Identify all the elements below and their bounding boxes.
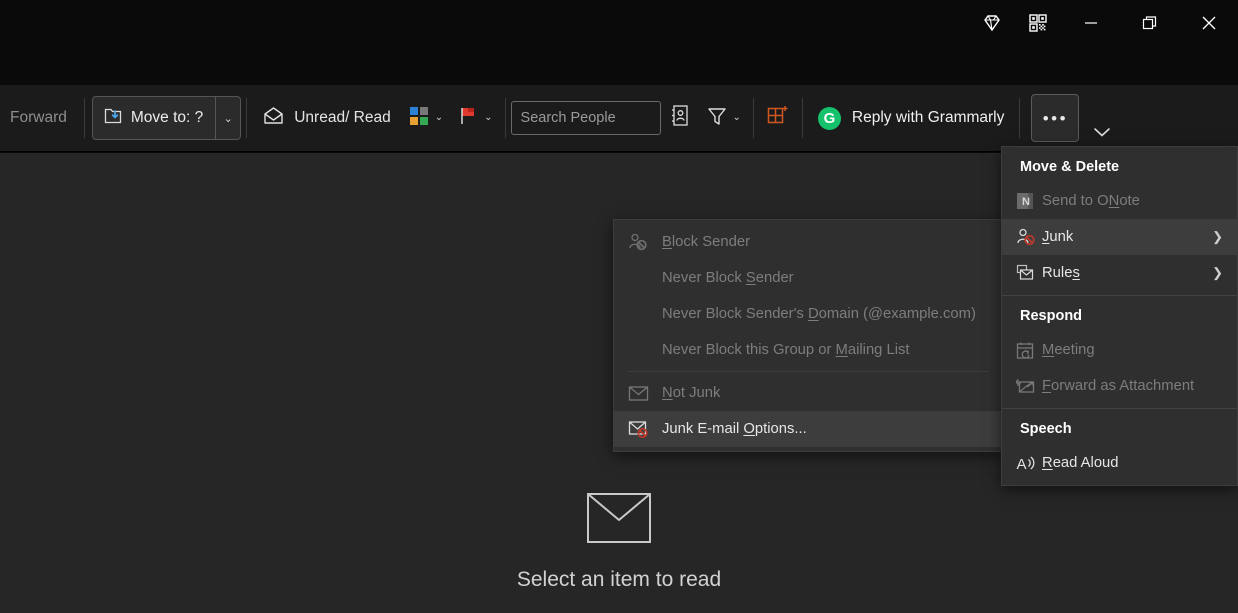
- move-to-label: Move to: ?: [130, 109, 204, 126]
- menu-item-label: Forward as Attachment: [1042, 378, 1195, 394]
- rules-icon: [1016, 264, 1042, 282]
- menu-item-forward-attachment: Forward as Attachment: [1002, 368, 1237, 404]
- menu-item-label: Never Block Sender: [662, 270, 794, 286]
- unread-read-label: Unread/ Read: [294, 109, 391, 126]
- categorize-dropdown-arrow[interactable]: ⌄: [435, 113, 443, 123]
- menu-item-label: Block Sender: [662, 234, 751, 250]
- follow-up-dropdown-arrow[interactable]: ⌄: [484, 113, 492, 123]
- outlook-window: Forward Move to: ? ⌄ Unread/ Read ⌄ ⌄ Se…: [0, 0, 1238, 613]
- menu-item-junk[interactable]: Junk ❯: [1002, 219, 1237, 255]
- collapse-ribbon-button[interactable]: [1085, 90, 1119, 146]
- junk-menu-item: Block Sender: [614, 224, 1002, 260]
- svg-text:N: N: [1022, 196, 1030, 208]
- junk-menu-item: Never Block Sender's Domain (@example.co…: [614, 296, 1002, 332]
- menu-item-meeting: Meeting: [1002, 332, 1237, 368]
- menu-section-header: Move & Delete: [1020, 159, 1120, 175]
- more-commands-button[interactable]: •••: [1031, 94, 1080, 142]
- forward-attachment-icon: [1016, 377, 1042, 396]
- follow-up-button[interactable]: ⌄: [450, 97, 499, 139]
- filter-email-button[interactable]: ⌄: [699, 97, 748, 139]
- toolbar-divider: [801, 98, 803, 138]
- onenote-icon: N: [1016, 192, 1042, 210]
- ribbon-toolbar: Forward Move to: ? ⌄ Unread/ Read ⌄ ⌄ Se…: [0, 85, 1238, 152]
- menu-item-label: Junk: [1042, 229, 1074, 245]
- not-junk-icon: [628, 385, 662, 402]
- block-sender-icon: [628, 232, 662, 252]
- chevron-right-icon: ❯: [1212, 229, 1223, 244]
- address-book-icon: [669, 104, 691, 132]
- move-to-button[interactable]: Move to: ?: [93, 97, 217, 139]
- forward-button[interactable]: Forward: [0, 109, 79, 127]
- junk-submenu: Block Sender Never Block Sender Never Bloc…: [613, 219, 1003, 452]
- junk-menu-item[interactable]: Junk E-mail Options...: [614, 411, 1002, 447]
- title-bar: [0, 0, 1238, 85]
- menu-item-onenote: N Send to ONote: [1002, 183, 1237, 219]
- menu-divider: [1002, 408, 1237, 409]
- categorize-icon: [408, 105, 430, 132]
- grammarly-logo-icon: G: [817, 106, 841, 130]
- menu-section-header: Speech: [1020, 421, 1072, 437]
- envelope-open-icon: [262, 104, 285, 132]
- menu-item-label: Meeting: [1042, 342, 1095, 358]
- overflow-menu: Move & Delete N Send to ONote Junk ❯ Rules ❯ Re…: [1001, 146, 1238, 486]
- qr-code-icon[interactable]: [1015, 0, 1061, 45]
- junk-menu-item: Not Junk: [614, 375, 1002, 411]
- categorize-button[interactable]: ⌄: [401, 97, 450, 139]
- menu-item-rules[interactable]: Rules ❯: [1002, 255, 1237, 291]
- diamond-icon[interactable]: [969, 0, 1015, 45]
- new-group-button[interactable]: [759, 97, 797, 139]
- move-to-icon: [103, 106, 123, 131]
- filter-dropdown-arrow[interactable]: ⌄: [733, 113, 741, 123]
- window-controls: [969, 0, 1238, 45]
- chevron-right-icon: ❯: [1212, 265, 1223, 280]
- menu-item-label: Read Aloud: [1042, 455, 1119, 471]
- new-group-icon: [766, 104, 789, 132]
- move-to-dropdown-arrow[interactable]: ⌄: [216, 97, 240, 139]
- menu-item-label: Never Block this Group or Mailing List: [662, 342, 910, 358]
- search-people-input[interactable]: [510, 101, 661, 135]
- envelope-icon: [587, 493, 651, 548]
- move-to-split-button[interactable]: Move to: ? ⌄: [91, 96, 242, 140]
- minimize-button[interactable]: [1061, 0, 1120, 45]
- unread-read-button[interactable]: Unread/ Read: [252, 97, 401, 139]
- menu-divider: [628, 371, 988, 372]
- menu-item-label: Junk E-mail Options...: [662, 421, 807, 437]
- toolbar-divider: [1019, 98, 1021, 138]
- menu-item-label: Rules: [1042, 265, 1080, 281]
- junk-icon: [1016, 227, 1042, 247]
- toolbar-divider: [83, 98, 85, 138]
- close-button[interactable]: [1179, 0, 1238, 45]
- filter-icon: [706, 105, 728, 132]
- menu-item-label: Not Junk: [662, 385, 721, 401]
- toolbar-divider: [752, 98, 754, 138]
- junk-menu-item: Never Block Sender: [614, 260, 1002, 296]
- meeting-icon: [1016, 341, 1042, 360]
- flag-icon: [457, 105, 479, 132]
- grammarly-label: Reply with Grammarly: [851, 109, 1005, 126]
- toolbar-divider: [504, 98, 506, 138]
- read-aloud-icon: A: [1016, 454, 1042, 473]
- toolbar-divider: [246, 98, 248, 138]
- address-book-button[interactable]: [661, 97, 699, 139]
- restore-button[interactable]: [1120, 0, 1179, 45]
- svg-text:A: A: [1017, 456, 1027, 473]
- menu-item-label: Send to ONote: [1042, 193, 1140, 209]
- junk-menu-item: Never Block this Group or Mailing List: [614, 332, 1002, 368]
- menu-item-label: Never Block Sender's Domain (@example.co…: [662, 306, 976, 322]
- reply-with-grammarly-button[interactable]: G Reply with Grammarly: [808, 97, 1014, 139]
- menu-item-read-aloud[interactable]: A Read Aloud: [1002, 445, 1237, 481]
- menu-section-header: Respond: [1020, 308, 1083, 324]
- menu-divider: [1002, 295, 1237, 296]
- empty-state-text: Select an item to read: [516, 568, 722, 591]
- junk-email-options-icon: [628, 420, 662, 439]
